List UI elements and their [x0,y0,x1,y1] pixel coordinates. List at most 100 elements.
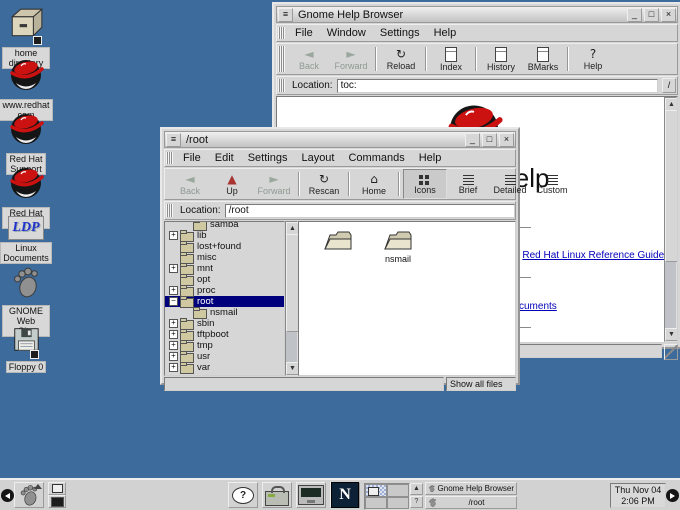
file-item[interactable] [311,227,365,264]
close-button[interactable]: × [661,8,676,22]
file-item[interactable]: nsmail [371,227,425,264]
tree-item[interactable]: opt [165,274,284,285]
expander[interactable]: + [169,363,178,372]
folder-icon [322,227,354,253]
menu-edit[interactable]: Edit [208,151,241,165]
pager-desktop-1-active[interactable] [365,484,387,497]
netscape-launcher[interactable]: N [330,482,360,508]
up-button[interactable]: ▲Up [211,169,253,199]
tree-item[interactable]: lost+found [165,241,284,252]
drag-handle[interactable] [278,46,285,72]
custom-view-button[interactable]: Custom [531,169,573,199]
history-button[interactable]: History [480,44,522,74]
main-menu-button[interactable] [14,482,44,508]
tree-item[interactable]: nsmail [165,307,284,318]
minimize-button[interactable]: _ [627,8,642,22]
scrollbar-thumb[interactable] [665,110,678,262]
maximize-button[interactable]: □ [482,133,497,147]
back-button[interactable]: ◄Back [169,169,211,199]
tree-item[interactable]: +var [165,362,284,373]
task-help-browser[interactable]: Gnome Help Browser [425,482,517,495]
menu-settings[interactable]: Settings [373,26,427,40]
applet-screen-bottom[interactable] [48,495,66,508]
menu-file[interactable]: File [176,151,208,165]
tree-item[interactable]: +proc [165,285,284,296]
bmarks-button[interactable]: BMarks [522,44,564,74]
tree-item[interactable]: +mnt [165,263,284,274]
drag-handle[interactable] [166,204,173,217]
location-input[interactable]: /root [225,204,515,218]
desk-guide-pager[interactable] [364,483,410,510]
tree-item[interactable]: +tmp [165,340,284,351]
expander[interactable]: + [169,330,178,339]
tree-item[interactable]: misc [165,252,284,263]
documents-link[interactable]: cuments [519,301,557,312]
tree-item[interactable]: +tftpboot [165,329,284,340]
pager-desktop-3[interactable] [365,497,387,510]
expander[interactable]: + [169,264,178,273]
minimize-button[interactable]: _ [465,133,480,147]
window-menu-icon[interactable]: ≡ [278,8,293,22]
expander[interactable]: + [169,319,178,328]
expander[interactable]: − [169,297,178,306]
desk-guide-arrow-up-icon[interactable]: ▲ [410,483,423,495]
menu-commands[interactable]: Commands [341,151,411,165]
desk-guide-help-icon[interactable]: ? [410,496,423,508]
brief-view-button[interactable]: Brief [447,169,489,199]
forward-button[interactable]: ►Forward [330,44,372,74]
drag-handle[interactable] [278,27,285,39]
tree-vertical-scrollbar[interactable]: ▲ ▼ [285,221,298,376]
drag-handle[interactable] [166,152,173,164]
detailed-view-button[interactable]: Detailed [489,169,531,199]
pager-desktop-2[interactable] [387,484,409,497]
desktop-icon-label: Floppy 0 [6,361,47,373]
applet-screen-top[interactable] [48,482,66,495]
rescan-button[interactable]: ↻Rescan [303,169,345,199]
menu-layout[interactable]: Layout [294,151,341,165]
index-button[interactable]: Index [430,44,472,74]
help-window-titlebar[interactable]: ≡ Gnome Help Browser _ □ × [276,6,678,23]
location-label: Location: [180,205,221,216]
expander[interactable]: + [169,286,178,295]
expander[interactable]: + [169,352,178,361]
location-input[interactable]: toc: [337,79,658,93]
maximize-button[interactable]: □ [644,8,659,22]
task-file-manager[interactable]: /root [425,496,517,509]
drag-handle[interactable] [278,79,285,92]
panel-hide-left-button[interactable] [1,489,14,502]
file-window-titlebar[interactable]: ≡ /root _ □ × [164,131,516,148]
menu-window[interactable]: Window [320,26,373,40]
location-dropdown-button[interactable]: / [662,78,676,93]
close-button[interactable]: × [499,133,514,147]
help-launcher[interactable]: ? [228,482,258,508]
reload-button[interactable]: ↻Reload [380,44,422,74]
resize-grip[interactable] [664,344,678,360]
expander[interactable]: + [169,341,178,350]
drawer-icon [7,6,45,45]
terminal-launcher[interactable] [296,482,326,508]
desktop-icon-linux-documents[interactable]: LDP Linux Documents [2,216,50,264]
folder-icon [180,364,194,374]
tree-item-selected[interactable]: −root [165,296,284,307]
config-tool-launcher[interactable] [262,482,292,508]
tree-item[interactable]: +sbin [165,318,284,329]
forward-button[interactable]: ►Forward [253,169,295,199]
menu-file[interactable]: File [288,26,320,40]
menu-help[interactable]: Help [412,151,449,165]
menu-help[interactable]: Help [427,26,464,40]
window-menu-icon[interactable]: ≡ [166,133,181,147]
tree-item[interactable]: +lib [165,230,284,241]
icons-view-button[interactable]: Icons [403,169,447,199]
scroll-down-icon[interactable]: ▼ [665,328,678,341]
help-button[interactable]: ?Help [572,44,614,74]
tree-item[interactable]: +usr [165,351,284,362]
expander[interactable]: + [169,231,178,240]
help-vertical-scrollbar[interactable]: ▲ ▼ [664,97,677,342]
back-button[interactable]: ◄Back [288,44,330,74]
home-button[interactable]: ⌂Home [353,169,395,199]
menu-settings[interactable]: Settings [241,151,295,165]
reference-guide-link[interactable]: Red Hat Linux Reference Guide [522,250,664,261]
pager-desktop-4[interactable] [387,497,409,510]
panel-hide-right-button[interactable] [666,489,679,502]
desktop-icon-floppy-0[interactable]: Floppy 0 [2,324,50,373]
